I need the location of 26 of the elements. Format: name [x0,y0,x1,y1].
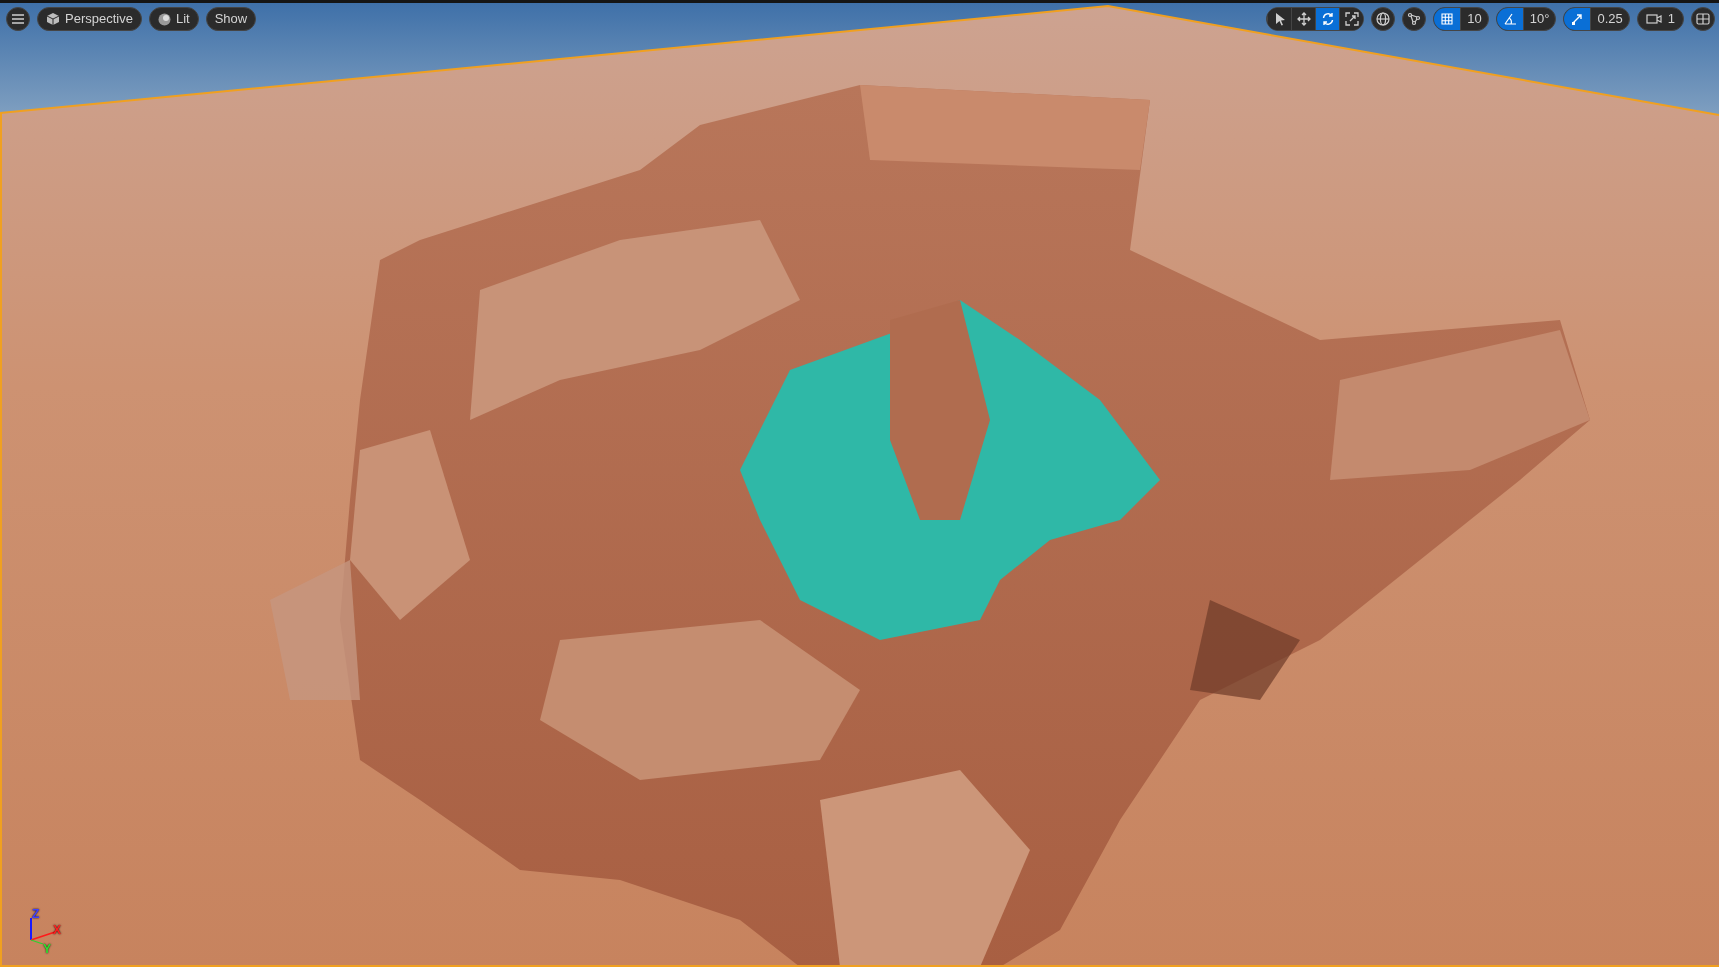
lit-button[interactable]: Lit [148,7,199,31]
angle-snap-value[interactable]: 10° [1522,8,1556,30]
move-icon [1296,12,1311,26]
nodes-icon [1407,12,1422,26]
scale-tool-button[interactable] [1339,8,1364,30]
hamburger-icon [12,14,24,24]
sphere-icon [157,12,171,26]
scale-snap-value[interactable]: 0.25 [1590,8,1629,30]
grid-snap-value[interactable]: 10 [1460,8,1488,30]
z-axis-label: Z [32,908,40,920]
x-axis-label: X [53,924,61,936]
rotate-icon [1320,12,1335,26]
cube-icon [46,12,60,26]
angle-icon [1502,12,1517,26]
resize-arrow-icon [1570,12,1585,26]
scale-snap-toggle[interactable] [1564,8,1591,30]
y-axis-label: Y [43,943,51,955]
globe-icon [1376,12,1391,26]
angle-snap-toggle[interactable] [1496,8,1523,30]
layout-icon [1696,13,1710,25]
camera-icon [1645,13,1662,25]
rotate-tool-button[interactable] [1315,8,1340,30]
perspective-button[interactable]: Perspective [37,7,142,31]
scale-icon [1344,12,1359,26]
grid-snap-toggle[interactable] [1434,8,1461,30]
grid-icon [1440,12,1455,26]
